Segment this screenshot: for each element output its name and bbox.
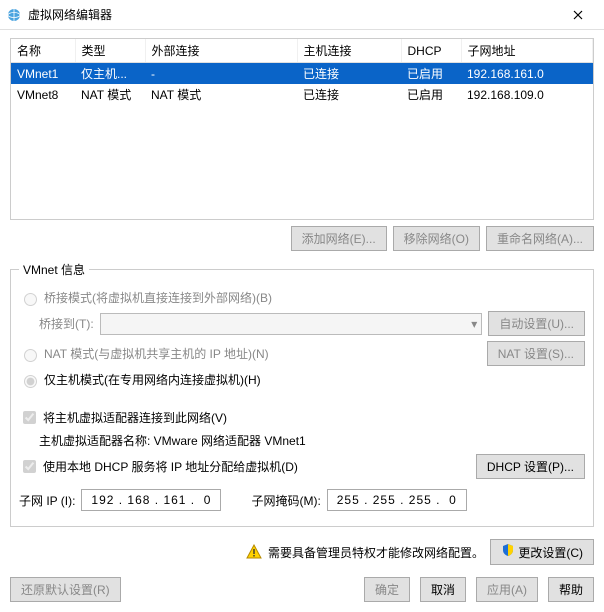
cell-hostconn: 已连接 xyxy=(297,63,401,85)
col-ext[interactable]: 外部连接 xyxy=(145,39,297,63)
dhcp-set-button[interactable]: DHCP 设置(P)... xyxy=(476,454,585,479)
subnet-ip-label: 子网 IP (I): xyxy=(19,492,75,509)
admin-alert-text: 需要具备管理员特权才能修改网络配置。 xyxy=(268,544,484,561)
nat-set-button[interactable]: NAT 设置(S)... xyxy=(487,341,585,366)
subnet-mask-label: 子网掩码(M): xyxy=(251,492,320,509)
col-dhcp[interactable]: DHCP xyxy=(401,39,461,63)
rename-network-button[interactable]: 重命名网络(A)... xyxy=(486,226,594,251)
cell-name: VMnet8 xyxy=(11,84,75,105)
vmnet-info-group: VMnet 信息 桥接模式(将虚拟机直接连接到外部网络)(B) 桥接到(T): … xyxy=(10,261,594,527)
cell-type: 仅主机... xyxy=(75,63,145,85)
bridge-radio[interactable]: 桥接模式(将虚拟机直接连接到外部网络)(B) xyxy=(19,289,272,306)
table-header-row: 名称 类型 外部连接 主机连接 DHCP 子网地址 xyxy=(11,39,593,63)
cell-dhcp: 已启用 xyxy=(401,63,461,85)
use-dhcp-check[interactable]: 使用本地 DHCP 服务将 IP 地址分配给虚拟机(D) xyxy=(19,457,298,476)
cell-ext: - xyxy=(145,63,297,85)
cell-ext: NAT 模式 xyxy=(145,84,297,105)
cell-dhcp: 已启用 xyxy=(401,84,461,105)
network-table[interactable]: 名称 类型 外部连接 主机连接 DHCP 子网地址 VMnet1仅主机...-已… xyxy=(10,38,594,220)
hostonly-radio[interactable]: 仅主机模式(在专用网络内连接虚拟机)(H) xyxy=(19,371,261,388)
window-title: 虚拟网络编辑器 xyxy=(28,6,558,23)
subnet-mask-input[interactable] xyxy=(327,489,467,511)
bridge-to-label: 桥接到(T): xyxy=(39,315,94,332)
table-row[interactable]: VMnet1仅主机...-已连接已启用192.168.161.0 xyxy=(11,63,593,85)
cell-subnet: 192.168.109.0 xyxy=(461,84,593,105)
remove-network-button[interactable]: 移除网络(O) xyxy=(393,226,480,251)
cell-subnet: 192.168.161.0 xyxy=(461,63,593,85)
col-name[interactable]: 名称 xyxy=(11,39,75,63)
add-network-button[interactable]: 添加网络(E)... xyxy=(291,226,387,251)
table-row[interactable]: VMnet8NAT 模式NAT 模式已连接已启用192.168.109.0 xyxy=(11,84,593,105)
nat-radio[interactable]: NAT 模式(与虚拟机共享主机的 IP 地址)(N) xyxy=(19,345,269,362)
connect-adapter-check[interactable]: 将主机虚拟适配器连接到此网络(V) xyxy=(19,408,227,427)
network-buttons: 添加网络(E)... 移除网络(O) 重命名网络(A)... xyxy=(10,226,594,251)
col-subnet[interactable]: 子网地址 xyxy=(461,39,593,63)
cell-hostconn: 已连接 xyxy=(297,84,401,105)
change-settings-button[interactable]: 更改设置(C) xyxy=(490,539,594,565)
shield-icon xyxy=(501,543,515,557)
warning-icon xyxy=(246,544,262,560)
app-icon xyxy=(6,7,22,23)
auto-set-button[interactable]: 自动设置(U)... xyxy=(488,311,585,336)
title-bar: 虚拟网络编辑器 xyxy=(0,0,604,30)
col-type[interactable]: 类型 xyxy=(75,39,145,63)
help-button[interactable]: 帮助 xyxy=(548,577,594,602)
apply-button[interactable]: 应用(A) xyxy=(476,577,538,602)
adapter-name-label: 主机虚拟适配器名称: VMware 网络适配器 VMnet1 xyxy=(39,432,306,449)
admin-alert-row: 需要具备管理员特权才能修改网络配置。 更改设置(C) xyxy=(10,539,594,565)
close-button[interactable] xyxy=(558,1,598,29)
group-title: VMnet 信息 xyxy=(19,261,89,278)
bridge-to-select[interactable]: ▾ xyxy=(100,313,483,335)
cell-type: NAT 模式 xyxy=(75,84,145,105)
cancel-button[interactable]: 取消 xyxy=(420,577,466,602)
close-icon xyxy=(573,10,583,20)
dialog-button-bar: 还原默认设置(R) 确定 取消 应用(A) 帮助 xyxy=(10,577,594,602)
col-hostconn[interactable]: 主机连接 xyxy=(297,39,401,63)
dialog-body: 名称 类型 外部连接 主机连接 DHCP 子网地址 VMnet1仅主机...-已… xyxy=(0,30,604,612)
ok-button[interactable]: 确定 xyxy=(364,577,410,602)
cell-name: VMnet1 xyxy=(11,63,75,85)
restore-defaults-button[interactable]: 还原默认设置(R) xyxy=(10,577,121,602)
chevron-down-icon: ▾ xyxy=(471,317,477,331)
subnet-ip-input[interactable] xyxy=(81,489,221,511)
